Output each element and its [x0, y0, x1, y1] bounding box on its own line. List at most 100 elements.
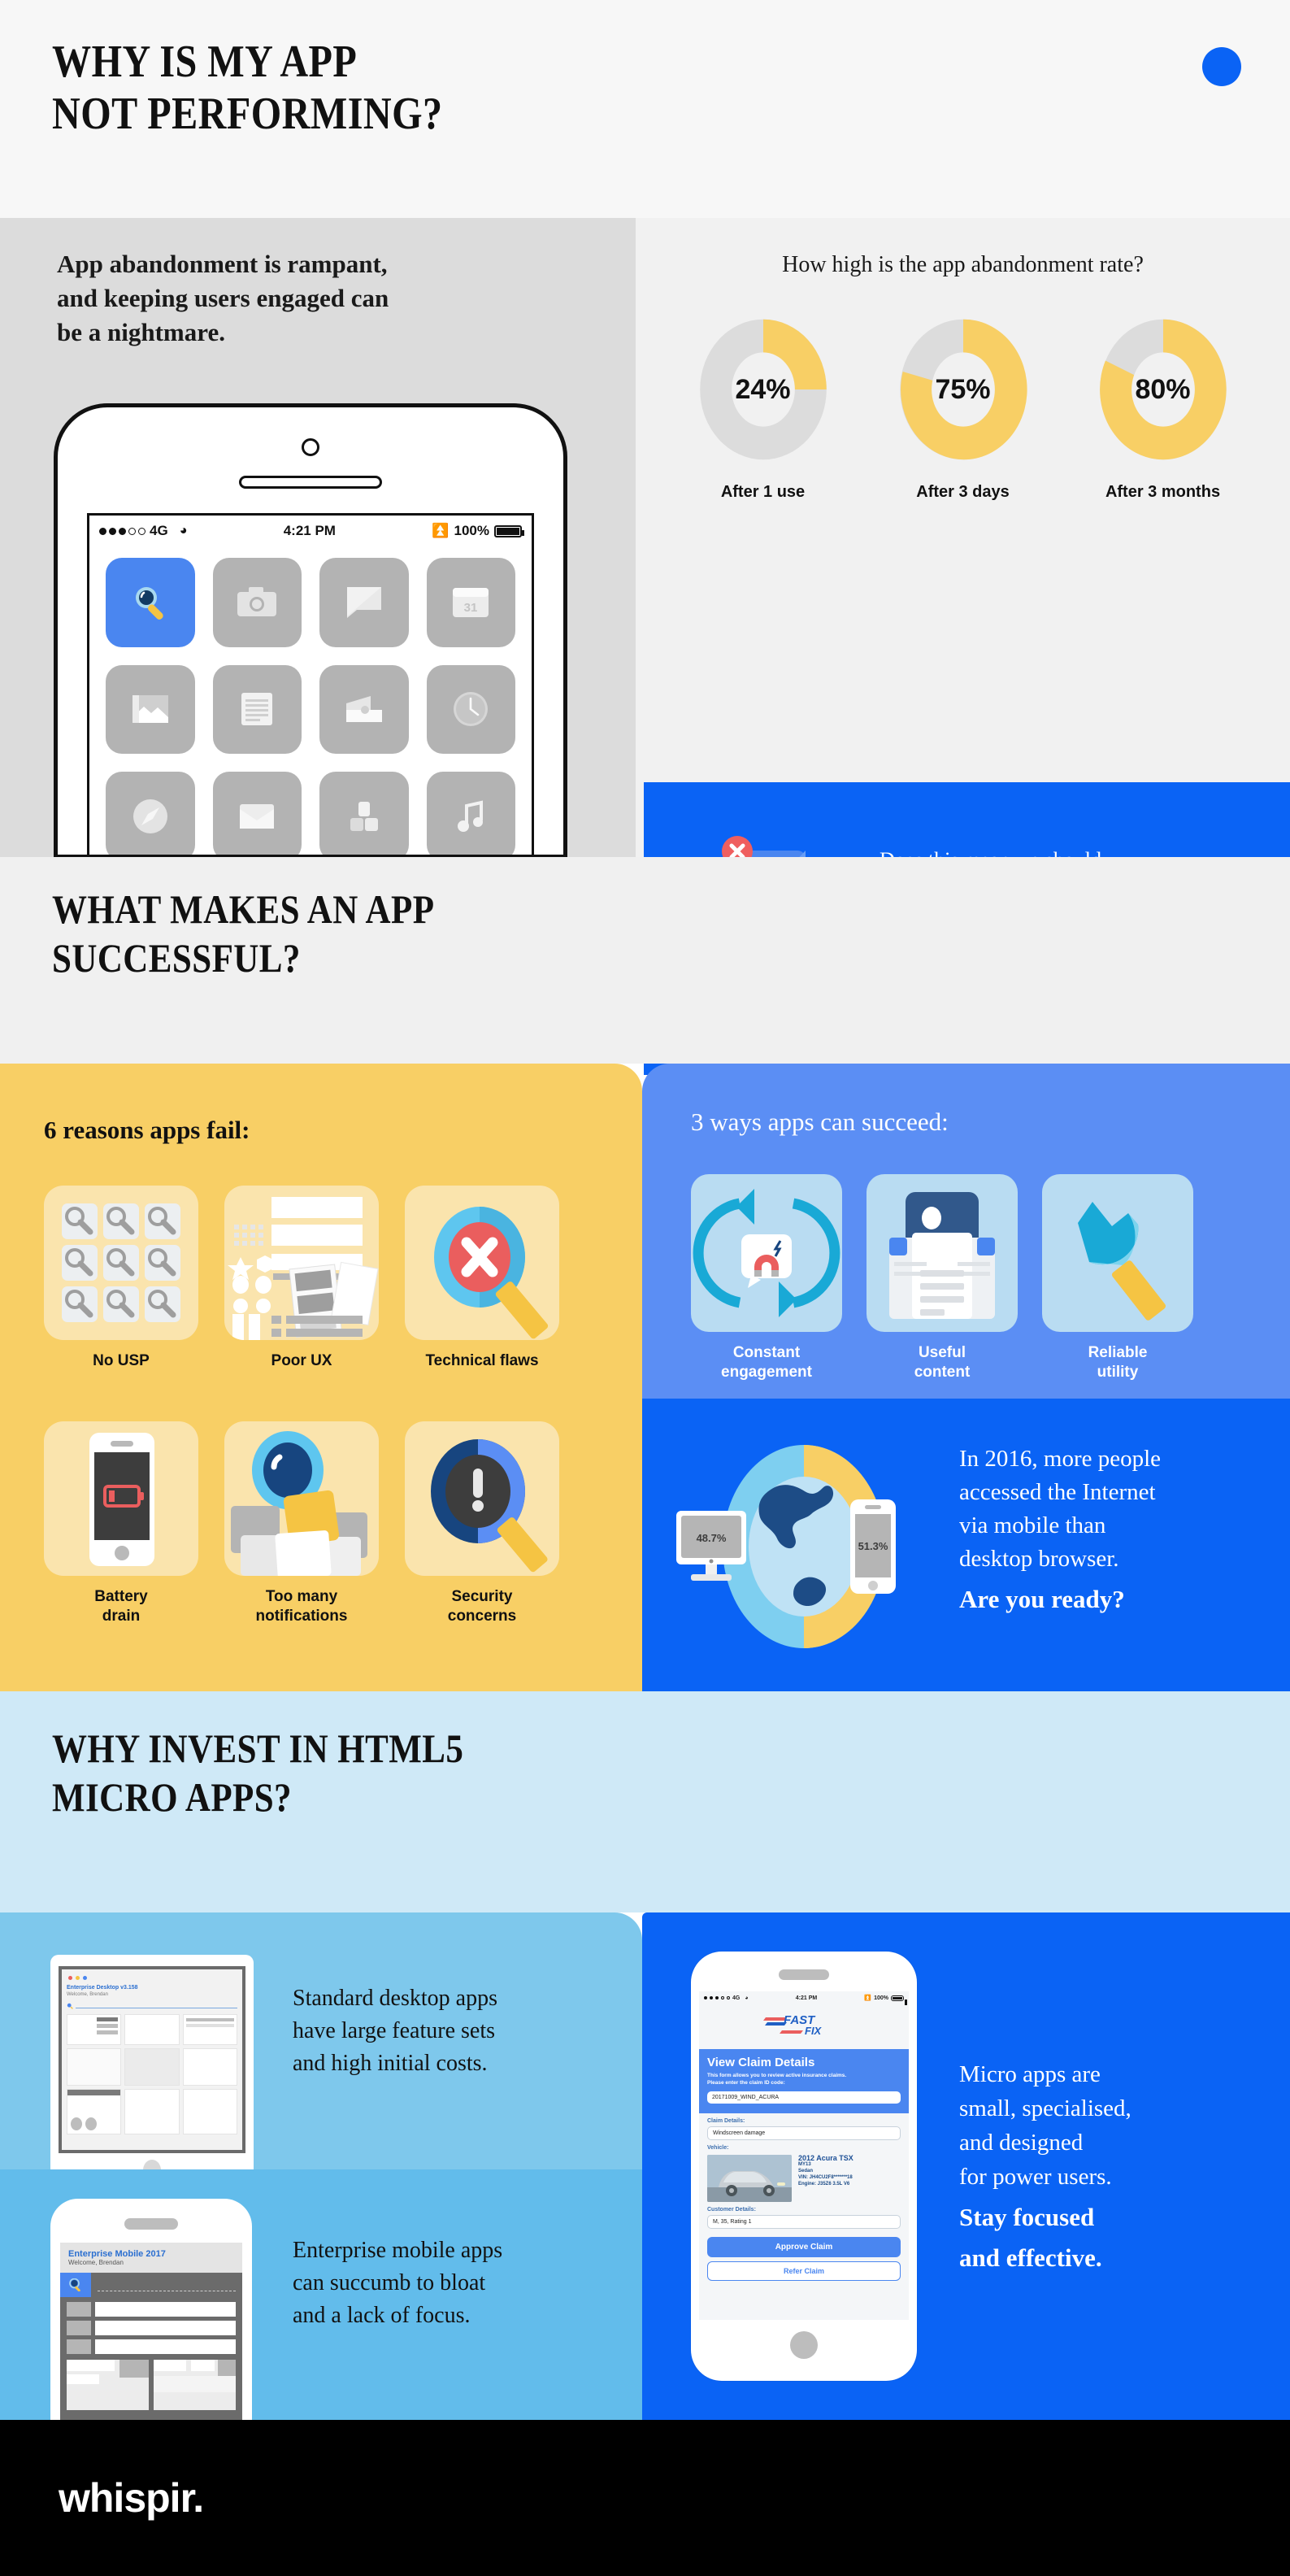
succeed-tile-label: Useful content: [914, 1344, 971, 1381]
camera-icon[interactable]: [212, 558, 302, 647]
page-title-line2: NOT PERFORMING?: [52, 89, 443, 139]
micro-text-3: and designed: [959, 2130, 1084, 2156]
fail-tile-label: No USP: [93, 1352, 150, 1369]
reasons-apps-fail-panel: 6 reasons apps fail: No USP Poor UX Tech…: [0, 1064, 642, 1691]
micro-text-2: small, specialised,: [959, 2095, 1131, 2121]
globe-line-1: In 2016, more people: [959, 1446, 1162, 1472]
bluetooth-icon: ⏫: [864, 1995, 872, 2001]
fail-tile[interactable]: Poor UX: [224, 1186, 379, 1371]
phone-screen: 4G ◕ 4:21 PM ⏫ 100% 31: [87, 513, 534, 855]
comparison-section: Enterprise Desktop v3.158 Welcome, Brend…: [0, 1912, 1290, 2443]
html5-heading: WHY INVEST IN HTML5 MICRO APPS?: [52, 1724, 463, 1821]
contacts-icon[interactable]: [319, 772, 409, 855]
donut-chart: 80% After 3 months: [1082, 314, 1244, 502]
cluttered-layout-icon: [224, 1186, 379, 1340]
micro-text-4: for power users.: [959, 2164, 1112, 2190]
fail-tile-label: Technical flaws: [425, 1352, 539, 1369]
customer-details-label: Customer Details:: [707, 2207, 756, 2213]
succeed-tile[interactable]: Constant engagement: [691, 1174, 842, 1382]
photos-icon[interactable]: [106, 664, 195, 754]
svg-text:48.7%: 48.7%: [697, 1532, 727, 1544]
claim-details-input[interactable]: Windscreen damage: [707, 2126, 901, 2140]
claim-id-input[interactable]: 20171009_WIND_ACURA: [707, 2091, 901, 2104]
micro-apps-card: 4G ◕ 4:21 PM ⏫ 100% FAST FIX View Claim …: [642, 1912, 1290, 2420]
donut-value: 80%: [1135, 373, 1191, 405]
succeed-tile-label: Reliable utility: [1088, 1344, 1148, 1381]
wrench-icon: [1042, 1174, 1193, 1332]
messages-icon[interactable]: [319, 558, 409, 647]
vehicle-line-1: MY13: [798, 2162, 811, 2167]
phone-status-bar: 4G ◕ 4:21 PM ⏫ 100%: [89, 516, 532, 546]
mobile-app-title: Enterprise Mobile 2017: [68, 2249, 166, 2259]
fail-tile-row-1: No USP Poor UX Technical flaws: [44, 1186, 559, 1371]
customer-details-input[interactable]: M, 35, Rating 1: [707, 2215, 901, 2229]
vehicle-line-2: Sedan: [798, 2169, 814, 2174]
fail-tile[interactable]: Too many notifications: [224, 1421, 379, 1626]
bluetooth-icon: ⏫: [432, 523, 450, 538]
chart-title: How high is the app abandonment rate?: [782, 252, 1144, 277]
calendar-icon[interactable]: 31: [426, 558, 515, 647]
magnifier-alert-icon: [405, 1421, 559, 1576]
app-status-bar: 4G ◕ 4:21 PM ⏫ 100%: [699, 1991, 909, 2005]
fail-succeed-section: 6 reasons apps fail: No USP Poor UX Tech…: [0, 1064, 1290, 1691]
clock-label: 4:21 PM: [795, 1995, 818, 2001]
fail-tile[interactable]: Battery drain: [44, 1421, 198, 1626]
phone-app-grid: 31: [89, 546, 532, 855]
phone-mockup: 4G ◕ 4:21 PM ⏫ 100% 31: [54, 403, 567, 859]
succeed-tile[interactable]: Useful content: [867, 1174, 1018, 1382]
lead-line-3: be a nightmare.: [57, 318, 225, 346]
wallet-icon[interactable]: [319, 664, 409, 754]
music-icon[interactable]: [426, 772, 515, 855]
globe-bold: Are you ready?: [959, 1585, 1125, 1613]
claim-header: View Claim Details This form allows you …: [699, 2049, 909, 2113]
internet-share-panel: 48.7% 51.3% In 2016, more people accesse…: [642, 1399, 1290, 1691]
window-controls: [67, 1974, 237, 1984]
succeed-tile-row: Constant engagement Useful content Relia…: [691, 1174, 1193, 1382]
mobile-legend-icon: 51.3%: [850, 1499, 896, 1594]
section-heading-line1: WHAT MAKES AN APP: [52, 886, 435, 932]
vehicle-photo: [707, 2155, 792, 2202]
signal-strength-icon: [704, 1996, 730, 1999]
mobile-text-1: Enterprise mobile apps: [293, 2238, 503, 2263]
phone-home-button[interactable]: [790, 2331, 818, 2359]
vehicle-details: 2012 Acura TSX MY13 Sedan VIN: JH4CU2F8*…: [798, 2155, 853, 2202]
lead-line-2: and keeping users engaged can: [57, 284, 389, 312]
fastfix-logo: FAST FIX: [699, 2004, 909, 2049]
refresh-magnet-icon: [691, 1174, 842, 1332]
fail-tile-row-2: Battery drain Too many notifications Sec…: [44, 1421, 559, 1626]
approve-claim-button[interactable]: Approve Claim: [707, 2237, 901, 2257]
article-card-icon: [867, 1174, 1018, 1332]
page-title: WHY IS MY APP NOT PERFORMING?: [52, 36, 442, 140]
fail-tile-label: Battery drain: [94, 1588, 148, 1625]
battery-percent-label: 100%: [454, 523, 489, 538]
notes-icon[interactable]: [212, 664, 302, 754]
page-title-line1: WHY IS MY APP: [52, 37, 358, 87]
refer-claim-button[interactable]: Refer Claim: [707, 2261, 901, 2281]
svg-text:51.3%: 51.3%: [858, 1540, 888, 1552]
globe-line-3: via mobile than: [959, 1512, 1106, 1538]
succeed-tile[interactable]: Reliable utility: [1042, 1174, 1193, 1382]
mobile-text-2: can succumb to bloat: [293, 2270, 486, 2295]
fail-tile[interactable]: Technical flaws: [405, 1186, 559, 1371]
clock-label: 4:21 PM: [283, 523, 336, 538]
abandonment-left-column: App abandonment is rampant, and keeping …: [0, 218, 636, 859]
desktop-apps-text: Standard desktop apps have large feature…: [293, 1982, 585, 2080]
desktop-app-welcome: Welcome, Brendan: [67, 1992, 108, 1997]
clock-icon[interactable]: [426, 664, 515, 754]
vehicle-name: 2012 Acura TSX: [798, 2154, 853, 2162]
phone-camera-icon: [302, 438, 319, 456]
fastfix-app-screen: 4G ◕ 4:21 PM ⏫ 100% FAST FIX View Claim …: [699, 1991, 909, 2320]
svg-text:FIX: FIX: [805, 2025, 823, 2037]
battery-icon: [891, 1995, 907, 2005]
search-icon[interactable]: [60, 2273, 91, 2297]
fail-tile-label: Poor UX: [271, 1352, 332, 1369]
micro-apps-text: Micro apps are small, specialised, and d…: [959, 2057, 1252, 2275]
fail-tile[interactable]: No USP: [44, 1186, 198, 1371]
mail-icon[interactable]: [212, 772, 302, 855]
search-app-icon[interactable]: [106, 558, 195, 647]
donut-chart: 75% After 3 days: [882, 314, 1045, 502]
accent-dot-icon: [1202, 47, 1241, 86]
safari-icon[interactable]: [106, 772, 195, 855]
fail-tile[interactable]: Security concerns: [405, 1421, 559, 1626]
battery-percent-label: 100%: [874, 1995, 888, 2001]
